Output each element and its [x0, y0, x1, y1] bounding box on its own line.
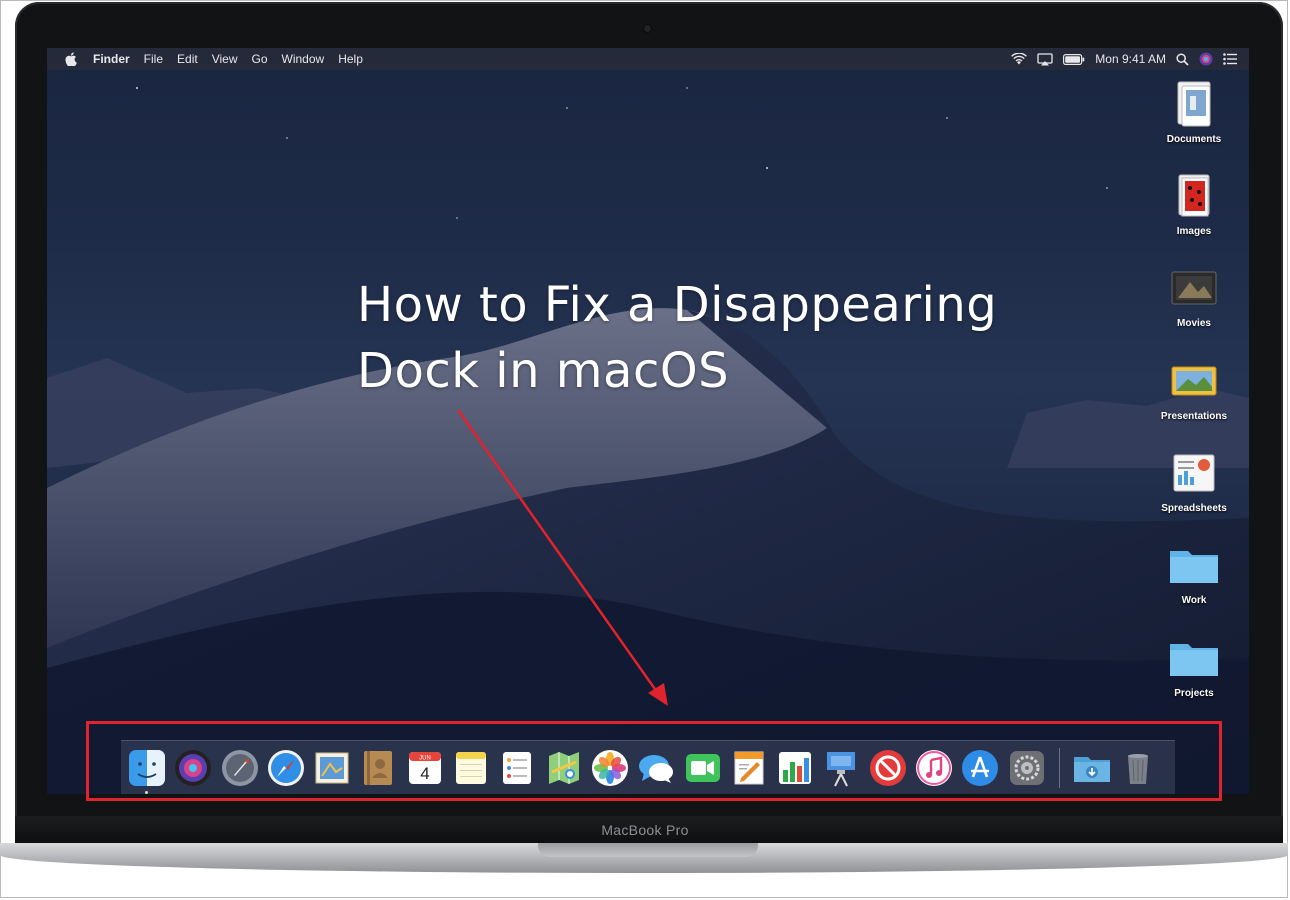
camera-icon	[644, 25, 651, 32]
article-headline: How to Fix a Disappearing Dock in macOS	[357, 272, 997, 404]
desktop-stack-presentations[interactable]: Presentations	[1149, 355, 1239, 422]
menu-file[interactable]: File	[144, 52, 163, 66]
desktop-icon-label: Spreadsheets	[1161, 503, 1227, 514]
desktop-icon-label: Projects	[1174, 688, 1214, 699]
folder-icon	[1170, 551, 1218, 583]
battery-icon[interactable]	[1063, 53, 1085, 65]
apple-logo-icon[interactable]	[65, 52, 79, 66]
images-stack-icon	[1178, 174, 1210, 217]
desktop-icon-label: Movies	[1177, 318, 1211, 329]
menu-go[interactable]: Go	[252, 52, 268, 66]
menu-bar: Finder File Edit View Go Window Help Mon…	[47, 48, 1249, 70]
notification-center-icon[interactable]	[1223, 53, 1237, 65]
documents-stack-icon	[1177, 81, 1211, 127]
headline-line-2: Dock in macOS	[357, 343, 730, 399]
desktop-stack-images[interactable]: Images	[1149, 170, 1239, 237]
menu-app-name[interactable]: Finder	[93, 52, 130, 66]
desktop-icon-label: Images	[1176, 226, 1212, 237]
laptop-opening-notch	[538, 843, 758, 857]
desktop-icon-label: Presentations	[1160, 411, 1228, 422]
desktop-stack-movies[interactable]: Movies	[1149, 262, 1239, 329]
siri-icon[interactable]	[1199, 52, 1213, 66]
desktop-stack-documents[interactable]: Documents	[1149, 78, 1239, 145]
desktop-icon-label: Work	[1181, 595, 1207, 606]
dock-highlight-box	[86, 721, 1222, 801]
menu-bar-status: Mon 9:41 AM	[1011, 48, 1237, 70]
spotlight-search-icon[interactable]	[1176, 52, 1189, 66]
desktop-folder-projects[interactable]: Projects	[1149, 632, 1239, 699]
wallpaper	[47, 87, 1249, 794]
movies-stack-icon	[1171, 271, 1217, 305]
folder-icon	[1170, 644, 1218, 676]
desktop-stack-spreadsheets[interactable]: Spreadsheets	[1149, 447, 1239, 514]
headline-line-1: How to Fix a Disappearing	[357, 277, 998, 333]
menu-clock[interactable]: Mon 9:41 AM	[1095, 52, 1166, 66]
menu-edit[interactable]: Edit	[177, 52, 198, 66]
menu-help[interactable]: Help	[338, 52, 363, 66]
spreadsheets-stack-icon	[1173, 454, 1215, 492]
wifi-icon[interactable]	[1011, 53, 1028, 65]
laptop-model-label: MacBook Pro	[601, 822, 689, 838]
desktop-folder-work[interactable]: Work	[1149, 539, 1239, 606]
airplay-icon[interactable]	[1037, 52, 1053, 66]
menu-window[interactable]: Window	[282, 52, 325, 66]
presentations-stack-icon	[1171, 366, 1217, 396]
desktop-icon-label: Documents	[1166, 134, 1222, 145]
menu-view[interactable]: View	[212, 52, 238, 66]
desktop-screen: Finder File Edit View Go Window Help Mon…	[47, 48, 1249, 794]
